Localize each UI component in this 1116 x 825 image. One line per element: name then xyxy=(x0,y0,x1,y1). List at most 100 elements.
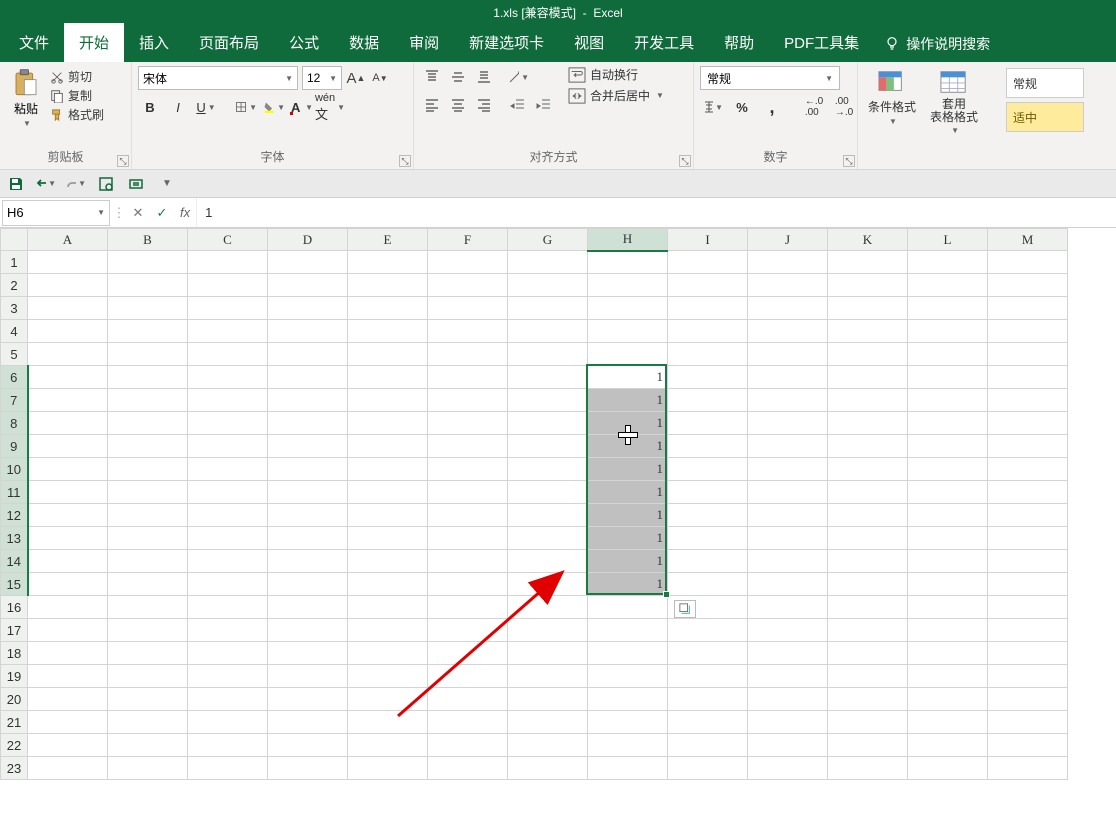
cell[interactable] xyxy=(188,619,268,642)
cell[interactable] xyxy=(428,711,508,734)
row-header[interactable]: 2 xyxy=(1,274,28,297)
align-left-button[interactable] xyxy=(420,94,444,116)
column-header[interactable]: J xyxy=(748,229,828,251)
cell[interactable] xyxy=(268,320,348,343)
cell[interactable] xyxy=(428,297,508,320)
cell[interactable] xyxy=(428,734,508,757)
tab-page-layout[interactable]: 页面布局 xyxy=(184,23,274,62)
cell[interactable] xyxy=(28,251,108,274)
underline-button[interactable]: U▼ xyxy=(194,96,218,118)
tab-view[interactable]: 视图 xyxy=(559,23,619,62)
cell[interactable] xyxy=(108,642,188,665)
cell[interactable] xyxy=(668,320,748,343)
cell[interactable] xyxy=(988,527,1068,550)
format-painter-button[interactable]: 格式刷 xyxy=(50,106,104,123)
cell[interactable] xyxy=(988,711,1068,734)
cell[interactable] xyxy=(908,734,988,757)
cell[interactable] xyxy=(188,435,268,458)
cell[interactable] xyxy=(508,688,588,711)
cell[interactable] xyxy=(268,688,348,711)
cell[interactable] xyxy=(508,274,588,297)
row-header[interactable]: 16 xyxy=(1,596,28,619)
cell[interactable] xyxy=(748,435,828,458)
row-header[interactable]: 6 xyxy=(1,366,28,389)
cell[interactable] xyxy=(108,251,188,274)
cell[interactable] xyxy=(748,320,828,343)
print-preview-button[interactable] xyxy=(96,174,116,194)
cell[interactable] xyxy=(668,711,748,734)
cell[interactable] xyxy=(108,688,188,711)
row-header[interactable]: 9 xyxy=(1,435,28,458)
cell[interactable] xyxy=(748,734,828,757)
cell[interactable] xyxy=(908,504,988,527)
row-header[interactable]: 17 xyxy=(1,619,28,642)
cell[interactable] xyxy=(908,251,988,274)
undo-button[interactable]: ▼ xyxy=(36,174,56,194)
cell[interactable] xyxy=(428,481,508,504)
cell[interactable] xyxy=(428,665,508,688)
cell[interactable] xyxy=(428,642,508,665)
cell[interactable] xyxy=(588,274,668,297)
cell[interactable] xyxy=(668,297,748,320)
cell[interactable] xyxy=(28,389,108,412)
cell[interactable] xyxy=(908,573,988,596)
row-header[interactable]: 11 xyxy=(1,481,28,504)
tab-pdf[interactable]: PDF工具集 xyxy=(769,23,874,62)
cell[interactable] xyxy=(828,481,908,504)
cell[interactable] xyxy=(828,642,908,665)
cell[interactable] xyxy=(28,343,108,366)
cell[interactable] xyxy=(508,734,588,757)
cell[interactable] xyxy=(508,320,588,343)
row-header[interactable]: 21 xyxy=(1,711,28,734)
cell[interactable] xyxy=(828,343,908,366)
tab-help[interactable]: 帮助 xyxy=(709,23,769,62)
row-header[interactable]: 10 xyxy=(1,458,28,481)
cell[interactable] xyxy=(428,596,508,619)
tell-me-search[interactable]: 操作说明搜索 xyxy=(874,26,1000,62)
cell[interactable] xyxy=(428,504,508,527)
cell[interactable] xyxy=(508,343,588,366)
cell[interactable] xyxy=(188,343,268,366)
cell[interactable] xyxy=(268,619,348,642)
cell[interactable] xyxy=(188,412,268,435)
cell[interactable] xyxy=(988,619,1068,642)
cell[interactable] xyxy=(508,573,588,596)
cell[interactable] xyxy=(28,504,108,527)
cell[interactable] xyxy=(508,481,588,504)
fill-color-button[interactable]: ▼ xyxy=(262,96,286,118)
custom-button[interactable] xyxy=(126,174,146,194)
cell[interactable] xyxy=(908,297,988,320)
cell[interactable] xyxy=(188,665,268,688)
cell[interactable] xyxy=(508,297,588,320)
cell[interactable] xyxy=(748,527,828,550)
cell[interactable] xyxy=(268,366,348,389)
column-header[interactable]: L xyxy=(908,229,988,251)
cell[interactable] xyxy=(428,435,508,458)
cell[interactable] xyxy=(588,665,668,688)
cell[interactable] xyxy=(188,481,268,504)
cell[interactable] xyxy=(828,435,908,458)
conditional-format-button[interactable]: 条件格式 ▼ xyxy=(864,66,920,128)
cell[interactable] xyxy=(828,274,908,297)
cell[interactable] xyxy=(988,596,1068,619)
save-button[interactable] xyxy=(6,174,26,194)
dialog-launcher-icon[interactable]: ⤡ xyxy=(843,155,855,167)
cell[interactable] xyxy=(188,504,268,527)
cell[interactable] xyxy=(108,757,188,780)
grow-font-button[interactable]: A▲ xyxy=(346,68,366,88)
cell[interactable] xyxy=(508,550,588,573)
cell[interactable] xyxy=(268,343,348,366)
increase-indent-button[interactable] xyxy=(532,94,556,116)
cell[interactable] xyxy=(828,619,908,642)
cell[interactable] xyxy=(668,527,748,550)
orientation-button[interactable]: ▼ xyxy=(506,66,530,88)
cell[interactable] xyxy=(348,527,428,550)
cell[interactable] xyxy=(828,504,908,527)
cell[interactable] xyxy=(348,389,428,412)
cell[interactable] xyxy=(348,573,428,596)
cell[interactable] xyxy=(988,297,1068,320)
cell[interactable] xyxy=(668,251,748,274)
cell[interactable] xyxy=(108,711,188,734)
column-header[interactable]: H xyxy=(588,229,668,251)
tab-data[interactable]: 数据 xyxy=(334,23,394,62)
